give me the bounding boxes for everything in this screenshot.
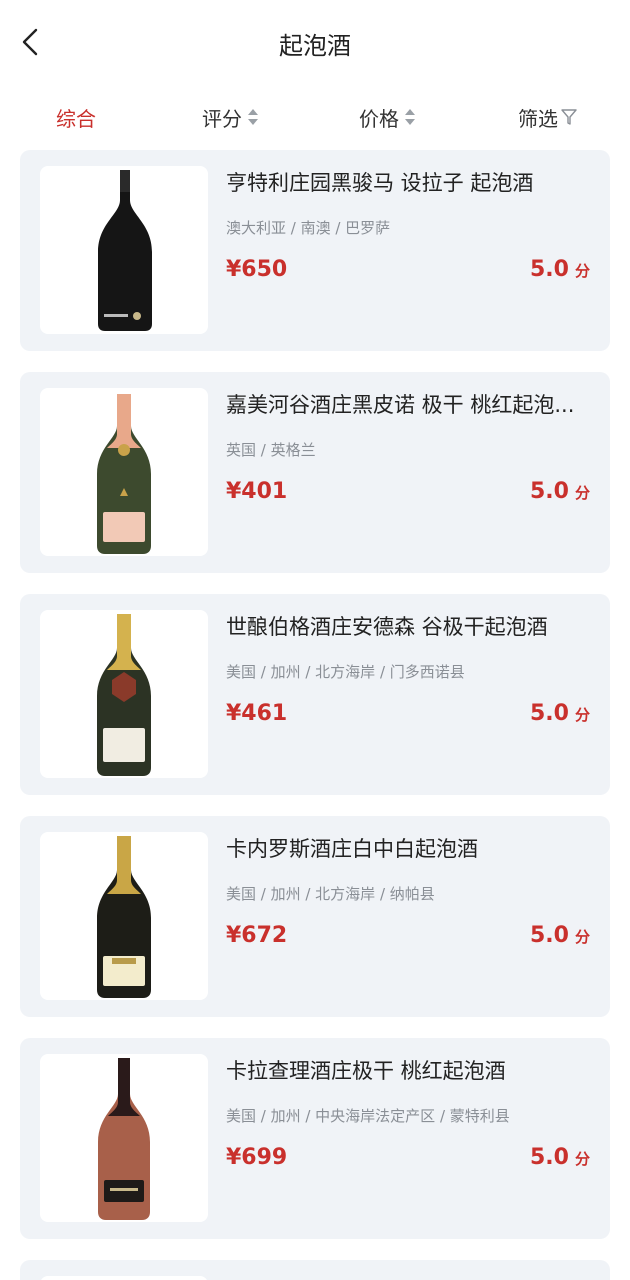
score-value: 5.0 — [530, 1145, 569, 1170]
product-card-partial[interactable] — [20, 1260, 610, 1280]
product-price: ¥699 — [226, 1145, 288, 1170]
product-region: 澳大利亚 / 南澳 / 巴罗萨 — [226, 219, 391, 237]
product-name: 卡内罗斯酒庄白中白起泡酒 — [226, 837, 478, 861]
app-header: 起泡酒 — [0, 0, 630, 88]
sort-filter-bar: 综合 评分 价格 筛选 — [0, 88, 630, 146]
sort-composite-label: 综合 — [56, 106, 96, 131]
filter-funnel-icon — [561, 109, 577, 125]
product-card[interactable]: 卡内罗斯酒庄白中白起泡酒 美国 / 加州 / 北方海岸 / 纳帕县 ¥672 5… — [20, 816, 610, 1017]
sort-price-tab[interactable]: 价格 — [359, 102, 416, 132]
product-score: 5.0 分 — [530, 476, 590, 509]
product-name: 世酿伯格酒庄安德森 谷极干起泡酒 — [226, 615, 548, 639]
score-unit: 分 — [574, 262, 590, 280]
product-thumbnail — [40, 166, 208, 334]
product-card[interactable]: 亨特利庄园黑骏马 设拉子 起泡酒 澳大利亚 / 南澳 / 巴罗萨 ¥650 5.… — [20, 150, 610, 351]
product-card[interactable]: 嘉美河谷酒庄黑皮诺 极干 桃红起泡... 英国 / 英格兰 ¥401 5.0 分 — [20, 372, 610, 573]
product-price: ¥672 — [226, 923, 288, 948]
wine-bottle-icon — [98, 170, 152, 331]
score-unit: 分 — [574, 928, 590, 946]
product-region: 英国 / 英格兰 — [226, 441, 316, 459]
wine-bottle-icon — [40, 1276, 208, 1280]
product-thumbnail — [40, 610, 208, 778]
product-thumbnail — [40, 388, 208, 556]
sort-arrows-icon — [405, 109, 415, 125]
wine-bottle-icon — [97, 614, 151, 776]
product-region: 美国 / 加州 / 中央海岸法定产区 / 蒙特利县 — [226, 1107, 510, 1125]
product-score: 5.0 分 — [530, 698, 590, 731]
product-price: ¥650 — [226, 257, 288, 282]
page-title: 起泡酒 — [279, 32, 351, 60]
sort-composite-tab[interactable]: 综合 — [56, 102, 96, 132]
product-score: 5.0 分 — [530, 920, 590, 953]
score-unit: 分 — [574, 1150, 590, 1168]
sort-rating-tab[interactable]: 评分 — [202, 102, 259, 132]
score-value: 5.0 — [530, 923, 569, 948]
filter-tab[interactable]: 筛选 — [518, 102, 578, 132]
score-value: 5.0 — [530, 257, 569, 282]
wine-bottle-icon — [98, 1058, 150, 1220]
product-thumbnail — [40, 832, 208, 1000]
product-price: ¥401 — [226, 479, 288, 504]
score-value: 5.0 — [530, 479, 569, 504]
product-name: 嘉美河谷酒庄黑皮诺 极干 桃红起泡... — [226, 393, 575, 417]
wine-bottle-icon — [97, 394, 151, 554]
product-region: 美国 / 加州 / 北方海岸 / 纳帕县 — [226, 885, 435, 903]
product-card[interactable]: 世酿伯格酒庄安德森 谷极干起泡酒 美国 / 加州 / 北方海岸 / 门多西诺县 … — [20, 594, 610, 795]
product-thumbnail — [40, 1054, 208, 1222]
product-card[interactable]: 卡拉查理酒庄极干 桃红起泡酒 美国 / 加州 / 中央海岸法定产区 / 蒙特利县… — [20, 1038, 610, 1239]
product-region: 美国 / 加州 / 北方海岸 / 门多西诺县 — [226, 663, 465, 681]
sort-arrows-icon — [248, 109, 258, 125]
product-score: 5.0 分 — [530, 254, 590, 287]
sort-rating-label: 评分 — [202, 106, 242, 131]
score-value: 5.0 — [530, 701, 569, 726]
product-list: 亨特利庄园黑骏马 设拉子 起泡酒 澳大利亚 / 南澳 / 巴罗萨 ¥650 5.… — [20, 150, 610, 1280]
sort-price-label: 价格 — [359, 106, 399, 131]
score-unit: 分 — [574, 706, 590, 724]
product-thumbnail — [40, 1276, 208, 1280]
wine-bottle-icon — [97, 836, 151, 998]
filter-label: 筛选 — [518, 106, 558, 131]
product-name: 亨特利庄园黑骏马 设拉子 起泡酒 — [226, 171, 534, 195]
product-price: ¥461 — [226, 701, 288, 726]
product-name: 卡拉查理酒庄极干 桃红起泡酒 — [226, 1059, 506, 1083]
score-unit: 分 — [574, 484, 590, 502]
product-score: 5.0 分 — [530, 1142, 590, 1175]
